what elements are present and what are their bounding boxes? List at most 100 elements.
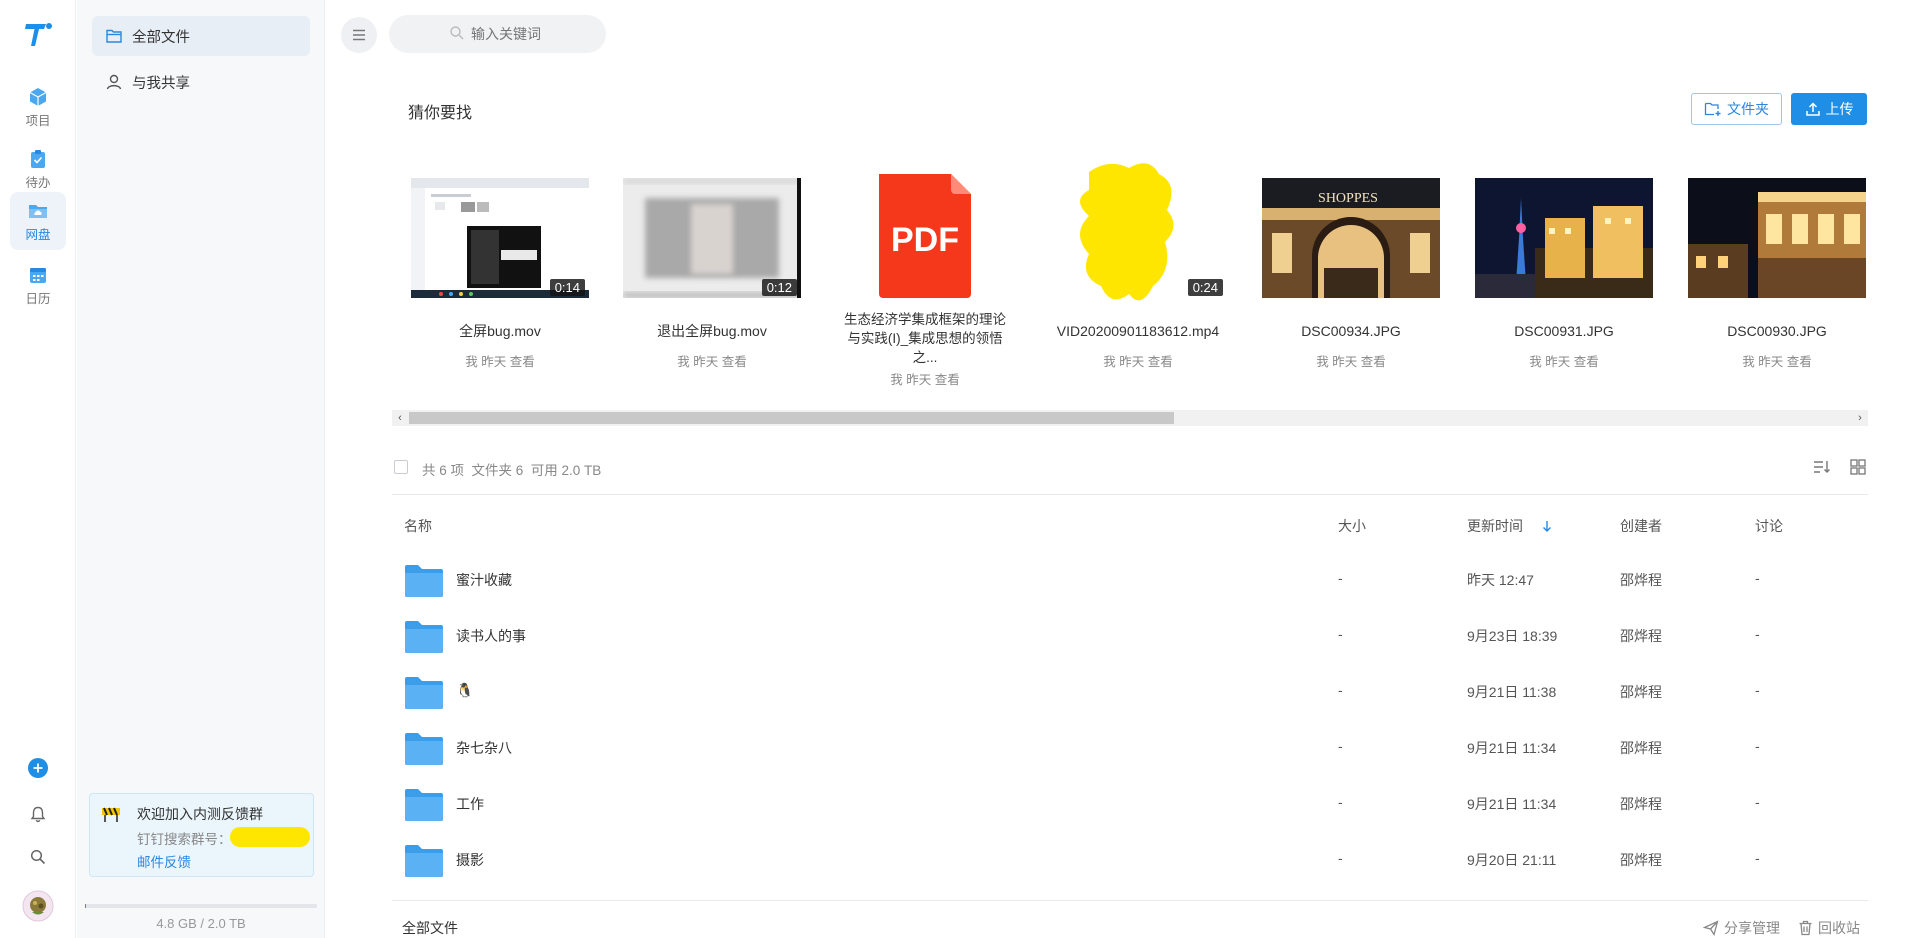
rail-item-drive[interactable]: 网盘 bbox=[10, 192, 66, 250]
recommend-card[interactable]: 0:24 VID20200901183612.mp4 我 昨天 查看 bbox=[1049, 163, 1227, 370]
photo-sign-text: SHOPPES bbox=[1318, 191, 1378, 206]
rail-item-calendar[interactable]: 日历 bbox=[10, 256, 66, 314]
column-header-size[interactable]: 大小 bbox=[1338, 516, 1366, 536]
photo-preview bbox=[1688, 178, 1866, 298]
column-header-time-label: 更新时间 bbox=[1467, 518, 1523, 534]
table-row[interactable]: 摄影 - 9月20日 21:11 邵烨程 - bbox=[392, 830, 1868, 886]
table-row[interactable]: 读书人的事 - 9月23日 18:39 邵烨程 - bbox=[392, 606, 1868, 662]
row-creator: 邵烨程 bbox=[1620, 572, 1662, 588]
column-header-discuss[interactable]: 讨论 bbox=[1755, 516, 1783, 536]
video-duration: 0:14 bbox=[549, 279, 585, 296]
recommend-card[interactable]: DSC00930.JPG 我 昨天 查看 bbox=[1688, 178, 1866, 370]
breadcrumb[interactable]: 全部文件 bbox=[402, 918, 458, 938]
new-folder-button[interactable]: 文件夹 bbox=[1691, 93, 1782, 125]
recommend-scrollbar[interactable]: ‹ › bbox=[392, 410, 1868, 426]
folder-add-icon bbox=[1704, 102, 1721, 116]
list-summary: 共 6 项 文件夹 6 可用 2.0 TB bbox=[422, 463, 602, 478]
recycle-bin-label: 回收站 bbox=[1818, 920, 1860, 936]
row-time: 9月21日 11:34 bbox=[1467, 740, 1557, 756]
nav-item-label: 与我共享 bbox=[132, 75, 190, 92]
row-creator: 邵烨程 bbox=[1620, 740, 1662, 756]
grid-view-icon[interactable] bbox=[1849, 458, 1867, 476]
row-time: 9月23日 18:39 bbox=[1467, 628, 1558, 644]
rail-item-label: 网盘 bbox=[25, 228, 51, 242]
recommend-file-meta: 我 昨天 查看 bbox=[1742, 355, 1812, 369]
hamburger-icon bbox=[353, 29, 365, 41]
table-row[interactable]: 🐧 - 9月21日 11:38 邵烨程 - bbox=[392, 662, 1868, 718]
recommend-file-name: 生态经济学集成框架的理论与实践(I)_集成思想的领悟之... bbox=[844, 312, 1006, 365]
recommend-card[interactable]: 0:12 退出全屏bug.mov 我 昨天 查看 bbox=[623, 178, 801, 370]
search-box[interactable] bbox=[389, 15, 611, 53]
photo-thumbnail bbox=[1475, 178, 1653, 298]
avatar[interactable] bbox=[22, 890, 54, 922]
row-name: 蜜汁收藏 bbox=[456, 572, 512, 588]
scroll-right-arrow-icon[interactable]: › bbox=[1852, 410, 1868, 426]
row-discuss: - bbox=[1755, 738, 1760, 754]
promo-subtitle: 钉钉搜索群号： bbox=[137, 832, 232, 847]
redaction-mark bbox=[230, 827, 310, 847]
video-thumbnail: 0:24 bbox=[1049, 163, 1227, 301]
photo-preview: SHOPPES bbox=[1262, 178, 1440, 298]
storage-usage-text: 4.8 GB / 2.0 TB bbox=[156, 916, 246, 931]
video-thumbnail: 0:14 bbox=[411, 178, 589, 298]
upload-button[interactable]: 上传 bbox=[1791, 93, 1867, 125]
nav-item-shared-with-me[interactable]: 与我共享 bbox=[92, 62, 310, 102]
table-row[interactable]: 蜜汁收藏 - 昨天 12:47 邵烨程 - bbox=[392, 550, 1868, 606]
feedback-group-card: 欢迎加入内测反馈群 钉钉搜索群号： 邮件反馈 bbox=[89, 793, 314, 877]
recommend-file-name: DSC00934.JPG bbox=[1301, 323, 1401, 339]
column-header-time[interactable]: 更新时间 bbox=[1467, 516, 1553, 536]
row-name: 读书人的事 bbox=[456, 628, 526, 644]
pdf-badge: PDF bbox=[891, 221, 959, 259]
nav-item-all-files[interactable]: 全部文件 bbox=[92, 16, 310, 56]
notifications-button[interactable] bbox=[24, 800, 52, 828]
share-management-link[interactable]: 分享管理 bbox=[1703, 918, 1780, 938]
menu-toggle-button[interactable] bbox=[341, 17, 377, 53]
row-time: 昨天 12:47 bbox=[1467, 572, 1534, 588]
row-size: - bbox=[1338, 570, 1343, 586]
add-button[interactable] bbox=[24, 754, 52, 782]
folder-icon bbox=[405, 565, 443, 597]
row-discuss: - bbox=[1755, 626, 1760, 642]
column-header-name[interactable]: 名称 bbox=[404, 516, 432, 536]
row-discuss: - bbox=[1755, 850, 1760, 866]
scrollbar-thumb[interactable] bbox=[409, 412, 1174, 424]
trash-icon bbox=[1799, 920, 1812, 936]
app-rail: 项目 待办 网盘 日历 bbox=[0, 0, 76, 938]
bell-icon bbox=[30, 806, 46, 823]
storage-usage-bar bbox=[85, 904, 317, 908]
recommend-card[interactable]: DSC00931.JPG 我 昨天 查看 bbox=[1475, 178, 1653, 370]
row-creator: 邵烨程 bbox=[1620, 628, 1662, 644]
rail-item-todo[interactable]: 待办 bbox=[10, 140, 66, 198]
video-thumbnail: 0:12 bbox=[623, 178, 801, 298]
email-feedback-link[interactable]: 邮件反馈 bbox=[137, 851, 191, 871]
search-icon bbox=[450, 26, 464, 40]
recommend-file-meta: 我 昨天 查看 bbox=[1103, 355, 1173, 369]
scroll-left-arrow-icon[interactable]: ‹ bbox=[392, 410, 408, 426]
row-creator: 邵烨程 bbox=[1620, 684, 1662, 700]
recommend-file-meta: 我 昨天 查看 bbox=[465, 355, 535, 369]
row-name: 工作 bbox=[456, 796, 484, 812]
rail-item-label: 待办 bbox=[25, 176, 51, 190]
row-creator: 邵烨程 bbox=[1620, 852, 1662, 868]
sort-order-icon[interactable] bbox=[1812, 458, 1832, 476]
row-size: - bbox=[1338, 738, 1343, 754]
row-size: - bbox=[1338, 794, 1343, 810]
table-row[interactable]: 工作 - 9月21日 11:34 邵烨程 - bbox=[392, 774, 1868, 830]
divider bbox=[392, 494, 1868, 495]
search-input[interactable] bbox=[471, 26, 611, 42]
table-row[interactable]: 杂七杂八 - 9月21日 11:34 邵烨程 - bbox=[392, 718, 1868, 774]
select-all-checkbox[interactable] bbox=[394, 460, 408, 474]
recommend-card[interactable]: 0:14 全屏bug.mov 我 昨天 查看 bbox=[411, 178, 589, 370]
rail-item-projects[interactable]: 项目 bbox=[10, 78, 66, 136]
row-name: 杂七杂八 bbox=[456, 740, 512, 756]
recycle-bin-link[interactable]: 回收站 bbox=[1798, 918, 1860, 938]
folder-icon bbox=[405, 733, 443, 765]
column-header-creator[interactable]: 创建者 bbox=[1620, 516, 1662, 536]
row-size: - bbox=[1338, 682, 1343, 698]
recommend-card[interactable]: PDF 生态经济学集成框架的理论与实践(I)_集成思想的领悟之... 我 昨天 … bbox=[836, 174, 1014, 388]
app-logo-icon[interactable] bbox=[22, 18, 54, 50]
new-folder-label: 文件夹 bbox=[1727, 101, 1769, 117]
recommend-title: 猜你要找 bbox=[408, 105, 473, 122]
recommend-card[interactable]: SHOPPES DSC00934.JPG 我 昨天 查看 bbox=[1262, 178, 1440, 370]
global-search-button[interactable] bbox=[24, 843, 52, 871]
